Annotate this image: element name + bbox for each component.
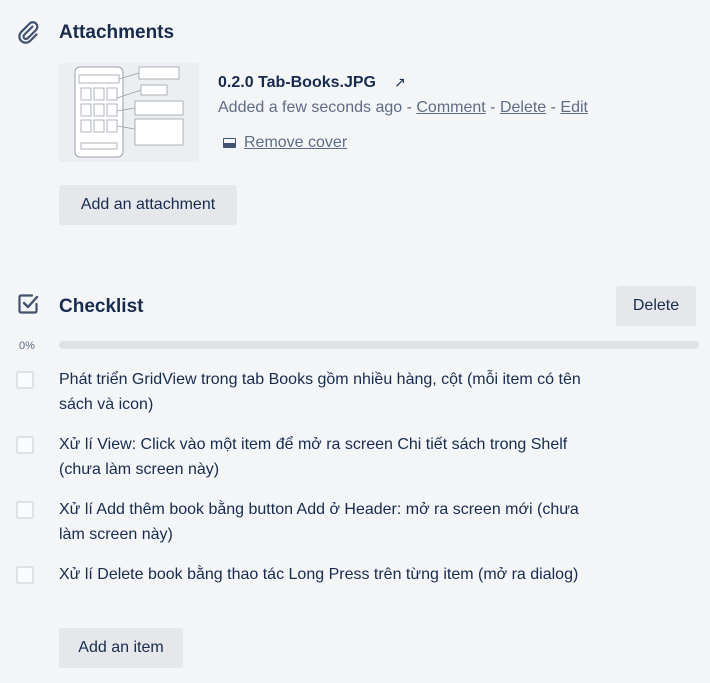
separator: - <box>485 99 500 116</box>
remove-cover-row[interactable]: Remove cover <box>223 134 347 152</box>
checklist-item-text[interactable]: Xử lí View: Click vào một item để mở ra … <box>59 432 599 482</box>
add-item-button[interactable]: Add an item <box>59 628 183 668</box>
checklist-item-checkbox[interactable] <box>16 501 34 519</box>
checklist-item-text[interactable]: Xử lí Add thêm book bằng button Add ở He… <box>59 497 599 547</box>
attachment-thumbnail[interactable] <box>59 63 199 162</box>
checklist-title: Checklist <box>59 296 144 317</box>
attachments-title: Attachments <box>59 22 175 43</box>
remove-cover-link[interactable]: Remove cover <box>244 134 347 151</box>
delete-checklist-button[interactable]: Delete <box>616 286 696 326</box>
checklist-item-text[interactable]: Phát triển GridView trong tab Books gồm … <box>59 367 599 417</box>
delete-attachment-link[interactable]: Delete <box>500 99 546 116</box>
checklist-item[interactable]: Xử lí Add thêm book bằng button Add ở He… <box>16 497 616 547</box>
checklist-item-checkbox[interactable] <box>16 371 34 389</box>
checklist-progress-percent: 0% <box>19 340 35 352</box>
checklist-item-checkbox[interactable] <box>16 566 34 584</box>
comment-link[interactable]: Comment <box>416 99 485 116</box>
checklist-item[interactable]: Xử lí View: Click vào một item để mở ra … <box>16 432 616 482</box>
attachment-added-time: Added a few seconds ago <box>218 99 403 116</box>
checklist-item-checkbox[interactable] <box>16 436 34 454</box>
external-link-icon[interactable]: ↗ <box>394 74 406 91</box>
separator: - <box>402 99 417 116</box>
checklist-item[interactable]: Xử lí Delete book bằng thao tác Long Pre… <box>16 562 616 612</box>
wireframe-preview-image <box>59 63 199 162</box>
attachment-filename[interactable]: 0.2.0 Tab-Books.JPG <box>218 74 376 92</box>
paperclip-icon <box>18 21 39 44</box>
attachment-meta: Added a few seconds ago - Comment - Dele… <box>218 99 588 117</box>
add-attachment-button[interactable]: Add an attachment <box>59 185 237 225</box>
edit-attachment-link[interactable]: Edit <box>560 99 588 116</box>
checklist-progress-bar <box>59 341 699 349</box>
separator: - <box>546 99 561 116</box>
checkbox-checked-icon <box>18 294 39 314</box>
card-cover-icon <box>223 138 236 148</box>
checklist-item-text[interactable]: Xử lí Delete book bằng thao tác Long Pre… <box>59 562 599 587</box>
checklist-item[interactable]: Phát triển GridView trong tab Books gồm … <box>16 367 616 417</box>
